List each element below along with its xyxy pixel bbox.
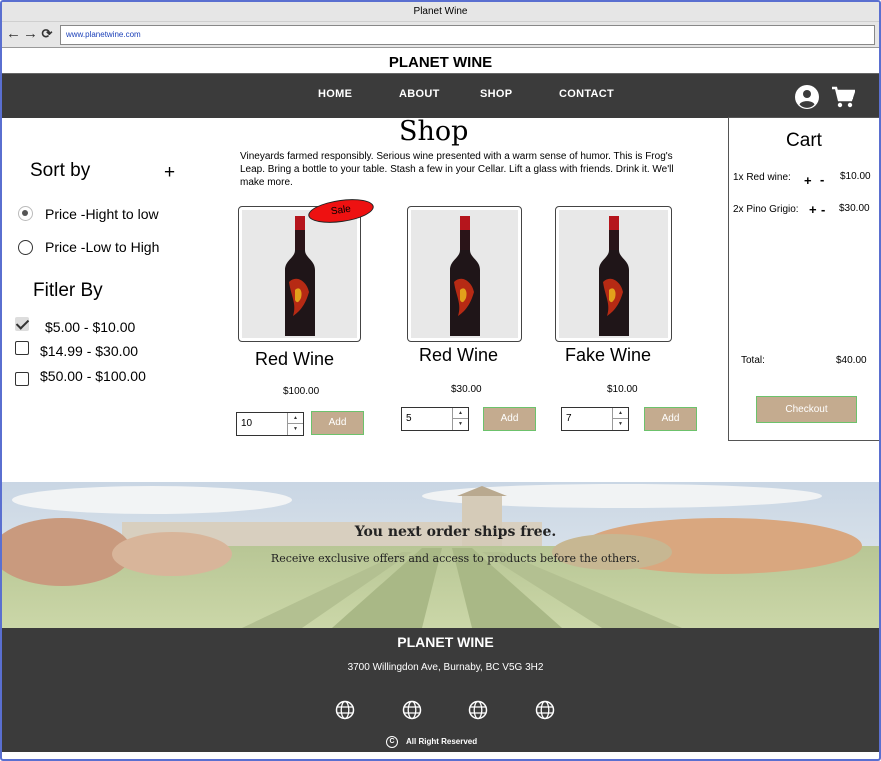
decrement-icon[interactable]: ▼ (453, 419, 468, 430)
product-card-2[interactable] (407, 206, 522, 342)
sort-radio-high-low[interactable] (18, 206, 33, 221)
product-card-3[interactable] (555, 206, 672, 342)
browser-toolbar: ← → ⟳ www.planetwine.com (2, 22, 879, 48)
site-footer: PLANET WINE 3700 Willingdon Ave, Burnaby… (2, 628, 879, 752)
footer-brand: PLANET WINE (397, 634, 494, 650)
sort-radio-low-high[interactable] (18, 240, 33, 255)
filter-option-50-100[interactable]: $50.00 - $100.00 (40, 368, 146, 384)
decrement-icon[interactable]: ▼ (288, 424, 303, 435)
footer-address: 3700 Willingdon Ave, Burnaby, BC V5G 3H2 (347, 662, 544, 673)
sort-by-title: Sort by (30, 160, 91, 181)
cart-item-decrease-1[interactable]: - (820, 172, 824, 187)
cart-total-value: $40.00 (836, 355, 867, 366)
cart-icon[interactable] (831, 86, 855, 108)
filter-checkbox-5-10[interactable] (15, 317, 29, 331)
nav-contact[interactable]: CONTACT (559, 88, 614, 100)
filter-option-15-30[interactable]: $14.99 - $30.00 (40, 343, 138, 359)
add-button-2[interactable]: Add (483, 407, 536, 431)
copyright-icon: C (386, 736, 398, 748)
account-icon[interactable] (795, 85, 819, 109)
quantity-value-3: 7 (566, 413, 572, 424)
cart-item-increase-2[interactable]: + (809, 202, 817, 217)
product-name-3[interactable]: Fake Wine (565, 345, 651, 366)
wine-bottle-image (449, 216, 480, 336)
wine-bottle-image (598, 216, 629, 336)
window-title: Planet Wine (2, 2, 879, 22)
product-card-1[interactable] (238, 206, 361, 342)
shop-title: Shop (399, 116, 469, 147)
forward-arrow-icon[interactable]: → (23, 26, 38, 42)
banner-headline: You next order ships free. (354, 524, 557, 540)
product-name-1[interactable]: Red Wine (255, 349, 334, 370)
quantity-value-2: 5 (406, 413, 412, 424)
copyright: C All Right Reserved (386, 736, 477, 748)
cart-item-increase-1[interactable]: + (804, 173, 812, 188)
increment-icon[interactable]: ▲ (288, 413, 303, 424)
main-nav: HOME ABOUT SHOP CONTACT (2, 74, 879, 118)
product-image (559, 210, 668, 338)
site-brand: PLANET WINE (2, 52, 879, 74)
url-bar[interactable]: www.planetwine.com (60, 25, 875, 45)
decrement-icon[interactable]: ▼ (613, 419, 628, 430)
cart-item-decrease-2[interactable]: - (821, 202, 825, 217)
product-price-3: $10.00 (607, 384, 638, 395)
copyright-text: All Right Reserved (406, 737, 478, 747)
browser-window: Planet Wine ← → ⟳ www.planetwine.com PLA… (0, 0, 881, 761)
quantity-value-1: 10 (241, 418, 253, 429)
promo-banner: You next order ships free. Receive exclu… (2, 482, 879, 628)
reload-icon[interactable]: ⟳ (40, 26, 54, 42)
add-button-3[interactable]: Add (644, 407, 697, 431)
globe-icon[interactable] (535, 700, 555, 720)
quantity-stepper-3[interactable]: 7 ▲ ▼ (561, 407, 629, 431)
cart-item-price-2: $30.00 (839, 203, 870, 214)
globe-icon[interactable] (402, 700, 422, 720)
sort-option-low-high[interactable]: Price -Low to High (45, 239, 159, 255)
sale-badge: Sale (306, 195, 376, 227)
nav-shop[interactable]: SHOP (480, 88, 512, 100)
cart-item-price-1: $10.00 (840, 171, 871, 182)
banner-subtext: Receive exclusive offers and access to p… (270, 552, 641, 565)
back-arrow-icon[interactable]: ← (6, 26, 21, 42)
add-button-1[interactable]: Add (311, 411, 364, 435)
filter-checkbox-50-100[interactable] (15, 372, 29, 386)
product-price-1: $100.00 (283, 386, 320, 397)
product-price-2: $30.00 (451, 384, 482, 395)
cart-item-label-2: 2x Pino Grigio: (733, 204, 799, 215)
product-name-2[interactable]: Red Wine (419, 345, 498, 366)
cart-total-label: Total: (741, 355, 765, 366)
quantity-stepper-1[interactable]: 10 ▲ ▼ (236, 412, 304, 436)
globe-icon[interactable] (468, 700, 488, 720)
cart-item-label-1: 1x Red wine: (733, 172, 791, 183)
cart-panel: Cart 1x Red wine: + - $10.00 2x Pino Gri… (728, 117, 879, 441)
sort-option-high-low[interactable]: Price -Hight to low (45, 206, 159, 222)
shop-description: Vineyards farmed responsibly. Serious wi… (240, 151, 674, 188)
increment-icon[interactable]: ▲ (613, 408, 628, 419)
filter-by-title: Fitler By (33, 280, 103, 301)
product-image (411, 210, 518, 338)
quantity-stepper-2[interactable]: 5 ▲ ▼ (401, 407, 469, 431)
product-image (242, 210, 357, 338)
wine-bottle-image (284, 216, 315, 336)
filter-option-5-10[interactable]: $5.00 - $10.00 (45, 319, 135, 335)
nav-home[interactable]: HOME (318, 88, 352, 100)
checkout-button[interactable]: Checkout (756, 396, 857, 423)
filter-checkbox-15-30[interactable] (15, 341, 29, 355)
increment-icon[interactable]: ▲ (453, 408, 468, 419)
sort-toggle-plus[interactable]: + (164, 162, 175, 184)
globe-icon[interactable] (335, 700, 355, 720)
cart-title: Cart (786, 130, 822, 151)
nav-about[interactable]: ABOUT (399, 88, 440, 100)
